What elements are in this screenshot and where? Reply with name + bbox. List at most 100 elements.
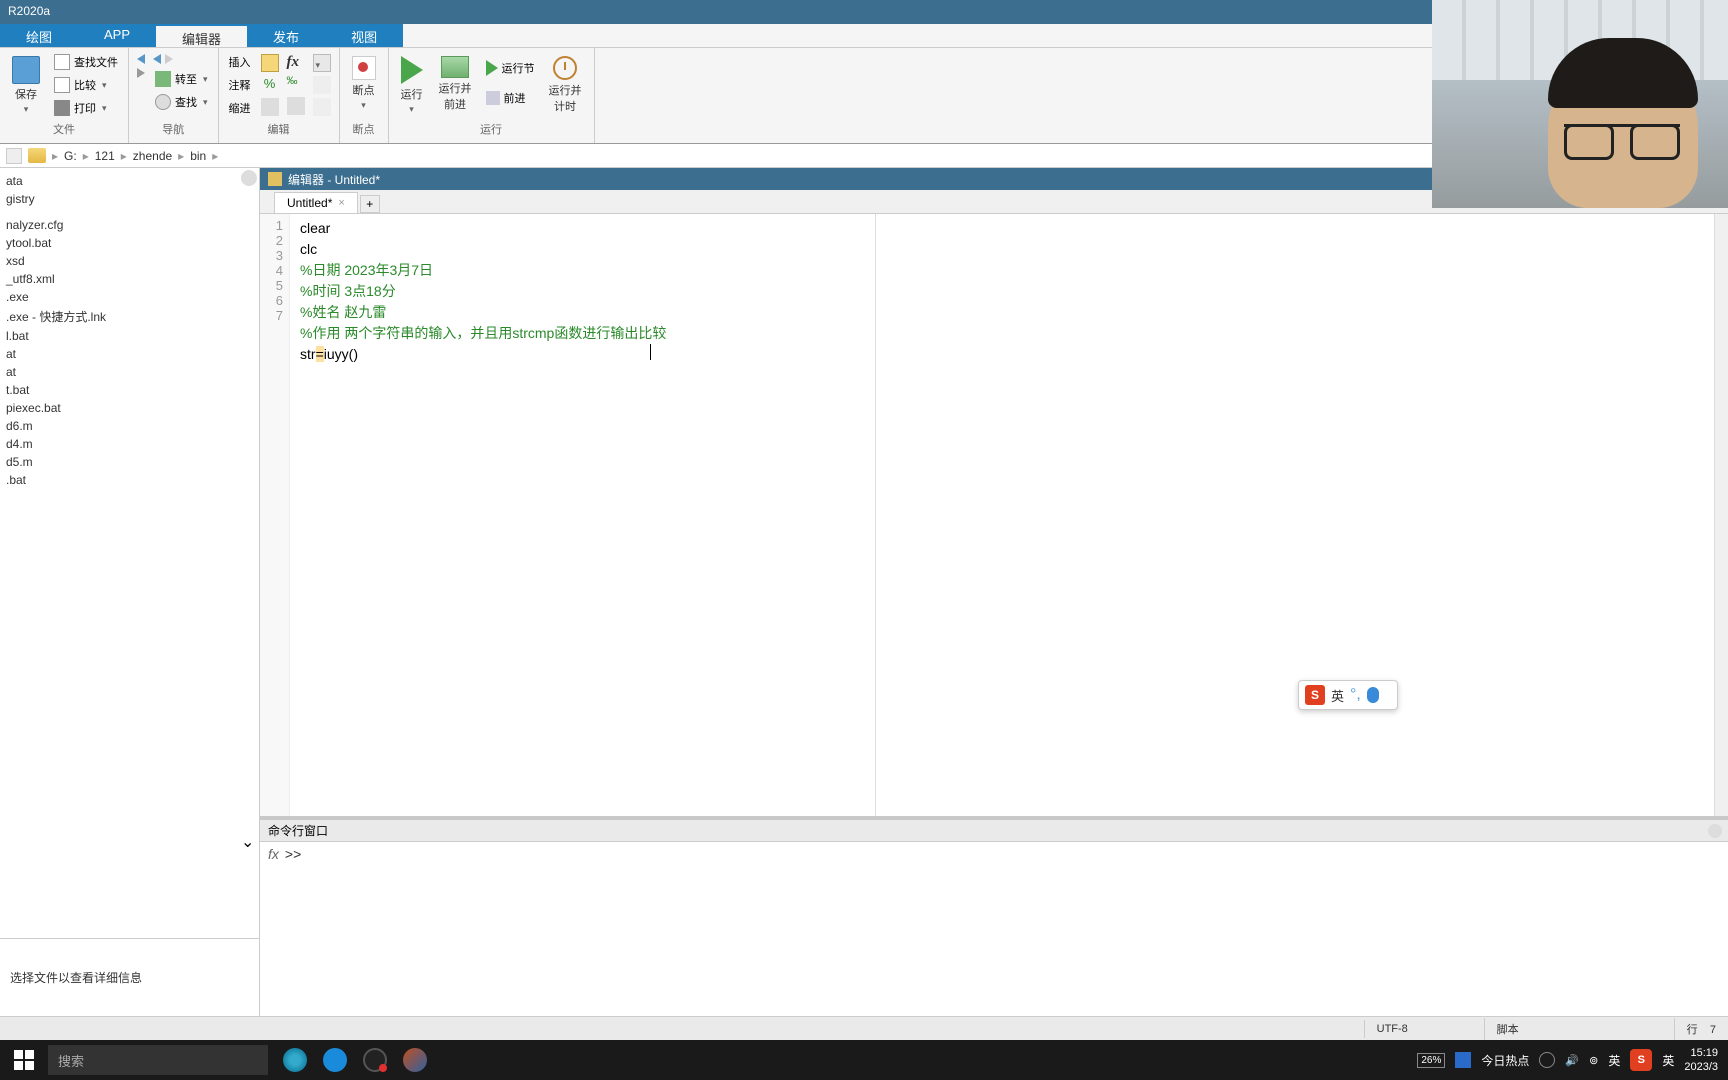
encoding-cell[interactable]: UTF-8 [1364,1020,1484,1038]
nav-left-icon[interactable] [153,54,161,64]
list-item[interactable]: piexec.bat [0,399,259,417]
clock[interactable]: 15:19 2023/3 [1684,1046,1718,1074]
mic-icon[interactable] [1367,687,1379,703]
goto-button[interactable]: 转至 [151,69,212,89]
webcam-overlay [1432,0,1728,208]
tab-view[interactable]: 视图 [325,24,403,47]
code-minimap-strip[interactable] [1714,214,1728,816]
list-item[interactable]: at [0,345,259,363]
run-time-button[interactable]: 运行并 计时 [543,52,588,118]
comment-button[interactable]: 注释 [225,75,255,95]
tab-label: Untitled* [287,196,332,210]
list-item[interactable]: nalyzer.cfg [0,216,259,234]
advance-button[interactable]: 前进 [482,88,539,108]
nav-group-label: 导航 [135,119,212,139]
list-item[interactable]: t.bat [0,381,259,399]
smart-indent-icon[interactable] [313,98,331,116]
lang-indicator-2[interactable]: 英 [1662,1052,1674,1069]
tab-app[interactable]: APP [78,24,156,47]
save-button[interactable]: 保存 ▾ [6,52,46,119]
editor-pane: 编辑器 - Untitled* Untitled* × + 1234567 cl… [260,168,1728,1016]
matlab-icon[interactable] [396,1041,434,1079]
margin-line [875,214,876,816]
code-area[interactable]: 1234567 clear clc %日期 2023年3月7日 %时间 3点18… [260,214,1728,816]
list-item[interactable]: .exe - 快捷方式.lnk [0,306,259,327]
bc-seg2[interactable]: zhende [133,149,172,163]
code-lines[interactable]: clear clc %日期 2023年3月7日 %时间 3点18分 %姓名 赵九… [290,214,1714,816]
run-button[interactable]: 运行 ▾ [395,52,429,119]
list-item[interactable]: ata [0,172,259,190]
list-item[interactable]: d5.m [0,453,259,471]
list-item[interactable]: d4.m [0,435,259,453]
steam-icon[interactable] [1539,1052,1555,1068]
list-item[interactable]: .bat [0,471,259,489]
list-item[interactable]: xsd [0,252,259,270]
run-advance-button[interactable]: 运行并 前进 [433,52,478,116]
percent-icon[interactable]: % [261,76,279,94]
find-label: 查找 [175,94,197,110]
section-icon[interactable] [261,54,279,72]
ime-floating-bar[interactable]: S 英 °, [1298,680,1398,710]
expand-down-icon[interactable]: ⌄ [241,832,255,846]
list-item[interactable]: .exe [0,288,259,306]
list-item[interactable]: _utf8.xml [0,270,259,288]
breakpoint-button[interactable]: 断点 ▾ [346,52,382,115]
close-icon[interactable]: × [338,197,344,209]
command-body[interactable]: fx >> [260,842,1728,1016]
collapse-icon[interactable] [1708,824,1722,838]
fx-icon[interactable]: fx [268,846,279,862]
list-item[interactable]: at [0,363,259,381]
new-tab-button[interactable]: + [360,195,380,213]
nav-back-icon[interactable] [6,148,22,164]
battery-indicator[interactable]: 26% [1417,1053,1445,1068]
volume-icon[interactable]: 🔊 [1565,1054,1579,1067]
cortana-icon[interactable] [276,1041,314,1079]
bc-seg1[interactable]: 121 [95,149,115,163]
sogou-ime-icon[interactable]: S [1630,1049,1652,1071]
list-item[interactable]: d6.m [0,417,259,435]
lang-indicator-1[interactable]: 英 [1608,1052,1620,1069]
tab-plot[interactable]: 绘图 [0,24,78,47]
refactor-icon[interactable] [313,54,331,72]
bc-seg3[interactable]: bin [190,149,206,163]
indent-right-icon[interactable] [287,97,305,115]
insert-label: 插入 [229,54,251,70]
run-section-button[interactable]: 运行节 [482,58,539,78]
uncomment-icon[interactable]: ‰ [287,75,305,93]
start-button[interactable] [4,1040,44,1080]
ime-lang[interactable]: 英 [1331,686,1344,705]
file-list[interactable]: ata gistry nalyzer.cfg ytool.bat xsd _ut… [0,168,259,938]
nav-right-icon[interactable] [165,54,173,64]
insert-button[interactable]: 插入 [225,52,255,72]
command-header[interactable]: 命令行窗口 [260,820,1728,842]
fx-icon[interactable]: fx [287,54,305,71]
find-button[interactable]: 查找 [151,92,212,112]
back-icon[interactable] [137,54,145,64]
code-text: clc [300,241,317,257]
list-item[interactable]: l.bat [0,327,259,345]
find-file-button[interactable]: 查找文件 [50,52,122,72]
run-time-label: 运行并 计时 [549,82,582,114]
indent-left-icon[interactable] [261,98,279,116]
list-item[interactable]: ytool.bat [0,234,259,252]
pane-menu-icon[interactable] [241,170,257,186]
editor-tab-untitled[interactable]: Untitled* × [274,192,358,213]
compare-button[interactable]: 比较 [50,75,122,95]
print-button[interactable]: 打印 [50,98,122,118]
tab-publish[interactable]: 发布 [247,24,325,47]
search-input[interactable]: 搜索 [48,1045,268,1075]
list-item[interactable]: gistry [0,190,259,208]
edit-group-label: 编辑 [225,119,333,139]
wrap-icon[interactable] [313,76,331,94]
notification-icon[interactable] [1455,1052,1471,1068]
tab-editor[interactable]: 编辑器 [156,24,247,47]
hot-news[interactable]: 今日热点 [1481,1052,1529,1069]
text-cursor [650,344,651,360]
bc-drive[interactable]: G: [64,149,77,163]
wifi-icon[interactable]: ⊚ [1589,1054,1598,1067]
script-type-cell: 脚本 [1484,1018,1674,1040]
forward-icon[interactable] [137,68,145,78]
obs-icon[interactable] [356,1041,394,1079]
edge-icon[interactable] [316,1041,354,1079]
indent-button[interactable]: 缩进 [225,98,255,118]
